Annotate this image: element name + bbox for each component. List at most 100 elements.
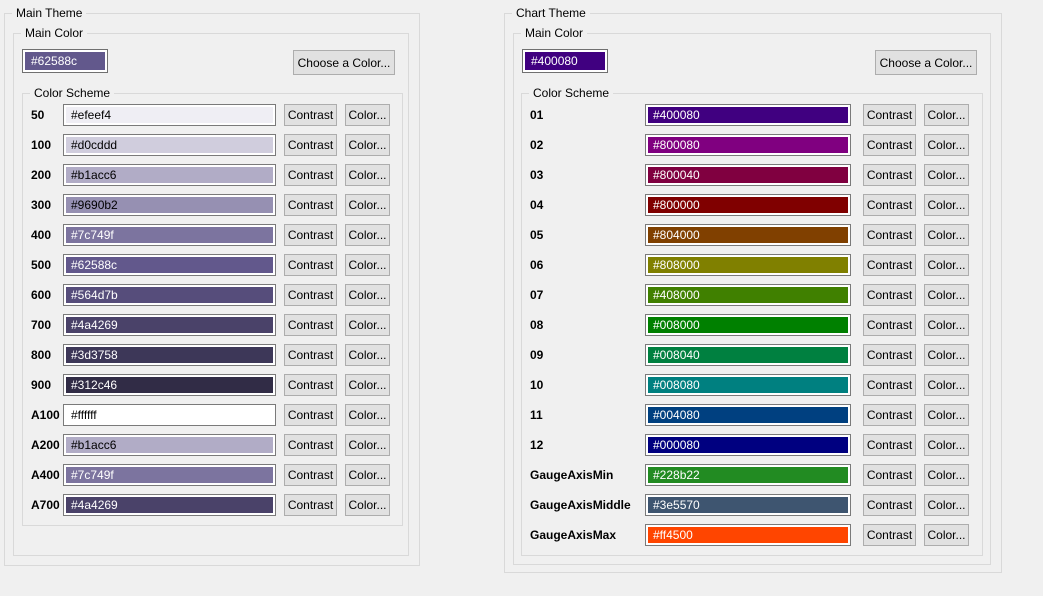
contrast-button[interactable]: Contrast: [863, 314, 916, 336]
contrast-button[interactable]: Contrast: [863, 254, 916, 276]
contrast-button[interactable]: Contrast: [863, 404, 916, 426]
color-scheme-row: 100#d0cdddContrastColor...: [23, 134, 402, 156]
color-button[interactable]: Color...: [345, 434, 390, 456]
contrast-button[interactable]: Contrast: [284, 344, 337, 366]
scheme-color-field[interactable]: #008040: [645, 344, 851, 366]
color-button[interactable]: Color...: [924, 524, 969, 546]
contrast-button[interactable]: Contrast: [284, 224, 337, 246]
scheme-key-label: 900: [31, 378, 63, 392]
scheme-color-field[interactable]: #312c46: [63, 374, 276, 396]
scheme-color-field[interactable]: #008000: [645, 314, 851, 336]
color-button[interactable]: Color...: [345, 224, 390, 246]
contrast-button[interactable]: Contrast: [284, 104, 337, 126]
color-button[interactable]: Color...: [924, 374, 969, 396]
color-button[interactable]: Color...: [345, 104, 390, 126]
color-button[interactable]: Color...: [345, 404, 390, 426]
color-button[interactable]: Color...: [345, 194, 390, 216]
contrast-button[interactable]: Contrast: [284, 314, 337, 336]
scheme-color-field[interactable]: #4a4269: [63, 494, 276, 516]
color-button[interactable]: Color...: [924, 314, 969, 336]
color-button[interactable]: Color...: [924, 164, 969, 186]
color-button[interactable]: Color...: [345, 134, 390, 156]
contrast-button[interactable]: Contrast: [863, 464, 916, 486]
contrast-button[interactable]: Contrast: [284, 134, 337, 156]
scheme-color-field[interactable]: #3e5570: [645, 494, 851, 516]
contrast-button[interactable]: Contrast: [863, 524, 916, 546]
scheme-color-field[interactable]: #400080: [645, 104, 851, 126]
contrast-button[interactable]: Contrast: [863, 344, 916, 366]
scheme-color-field[interactable]: #7c749f: [63, 464, 276, 486]
scheme-color-hex: #008040: [653, 348, 700, 362]
color-button[interactable]: Color...: [345, 494, 390, 516]
scheme-color-field[interactable]: #ff4500: [645, 524, 851, 546]
color-scheme-row: 09#008040ContrastColor...: [522, 344, 982, 366]
scheme-color-field[interactable]: #d0cddd: [63, 134, 276, 156]
choose-color-button[interactable]: Choose a Color...: [293, 50, 395, 75]
color-button[interactable]: Color...: [924, 224, 969, 246]
scheme-color-field[interactable]: #ffffff: [63, 404, 276, 426]
color-button[interactable]: Color...: [345, 164, 390, 186]
scheme-color-field[interactable]: #7c749f: [63, 224, 276, 246]
contrast-button[interactable]: Contrast: [863, 494, 916, 516]
scheme-color-field[interactable]: #004080: [645, 404, 851, 426]
color-button[interactable]: Color...: [345, 464, 390, 486]
scheme-color-field[interactable]: #efeef4: [63, 104, 276, 126]
color-button[interactable]: Color...: [924, 344, 969, 366]
color-button[interactable]: Color...: [924, 134, 969, 156]
contrast-button[interactable]: Contrast: [284, 254, 337, 276]
color-button[interactable]: Color...: [345, 344, 390, 366]
contrast-button[interactable]: Contrast: [284, 434, 337, 456]
color-button[interactable]: Color...: [924, 494, 969, 516]
scheme-color-field[interactable]: #000080: [645, 434, 851, 456]
scheme-color-field[interactable]: #804000: [645, 224, 851, 246]
scheme-color-field[interactable]: #b1acc6: [63, 434, 276, 456]
choose-color-button[interactable]: Choose a Color...: [875, 50, 977, 75]
scheme-color-field[interactable]: #b1acc6: [63, 164, 276, 186]
contrast-button[interactable]: Contrast: [863, 164, 916, 186]
scheme-color-field[interactable]: #808000: [645, 254, 851, 276]
scheme-color-field[interactable]: #228b22: [645, 464, 851, 486]
contrast-button[interactable]: Contrast: [863, 104, 916, 126]
scheme-color-hex: #ff4500: [653, 528, 693, 542]
color-button[interactable]: Color...: [345, 284, 390, 306]
contrast-button[interactable]: Contrast: [863, 224, 916, 246]
contrast-button[interactable]: Contrast: [863, 194, 916, 216]
contrast-button[interactable]: Contrast: [284, 374, 337, 396]
color-button[interactable]: Color...: [924, 254, 969, 276]
color-button[interactable]: Color...: [924, 434, 969, 456]
color-button[interactable]: Color...: [924, 404, 969, 426]
contrast-button[interactable]: Contrast: [863, 434, 916, 456]
scheme-color-field[interactable]: #9690b2: [63, 194, 276, 216]
color-button[interactable]: Color...: [345, 254, 390, 276]
color-scheme-row: A700#4a4269ContrastColor...: [23, 494, 402, 516]
color-button[interactable]: Color...: [345, 374, 390, 396]
contrast-button[interactable]: Contrast: [284, 464, 337, 486]
color-scheme-row: 10#008080ContrastColor...: [522, 374, 982, 396]
contrast-button[interactable]: Contrast: [863, 134, 916, 156]
contrast-button[interactable]: Contrast: [284, 494, 337, 516]
contrast-button[interactable]: Contrast: [284, 284, 337, 306]
scheme-color-field[interactable]: #3d3758: [63, 344, 276, 366]
scheme-color-field[interactable]: #008080: [645, 374, 851, 396]
scheme-color-field[interactable]: #62588c: [63, 254, 276, 276]
contrast-button[interactable]: Contrast: [284, 404, 337, 426]
contrast-button[interactable]: Contrast: [863, 374, 916, 396]
color-button[interactable]: Color...: [924, 194, 969, 216]
contrast-button[interactable]: Contrast: [284, 164, 337, 186]
scheme-key-label: GaugeAxisMax: [530, 528, 645, 542]
scheme-color-field[interactable]: #408000: [645, 284, 851, 306]
color-button[interactable]: Color...: [924, 284, 969, 306]
scheme-color-field[interactable]: #800000: [645, 194, 851, 216]
scheme-color-field[interactable]: #564d7b: [63, 284, 276, 306]
scheme-key-label: 03: [530, 168, 645, 182]
scheme-color-field[interactable]: #800080: [645, 134, 851, 156]
scheme-color-field[interactable]: #4a4269: [63, 314, 276, 336]
color-scheme-group: Color Scheme 50#efeef4ContrastColor...10…: [22, 93, 403, 526]
scheme-color-field[interactable]: #800040: [645, 164, 851, 186]
contrast-button[interactable]: Contrast: [284, 194, 337, 216]
color-button[interactable]: Color...: [345, 314, 390, 336]
scheme-color-hex: #3e5570: [653, 498, 700, 512]
color-button[interactable]: Color...: [924, 104, 969, 126]
color-button[interactable]: Color...: [924, 464, 969, 486]
contrast-button[interactable]: Contrast: [863, 284, 916, 306]
